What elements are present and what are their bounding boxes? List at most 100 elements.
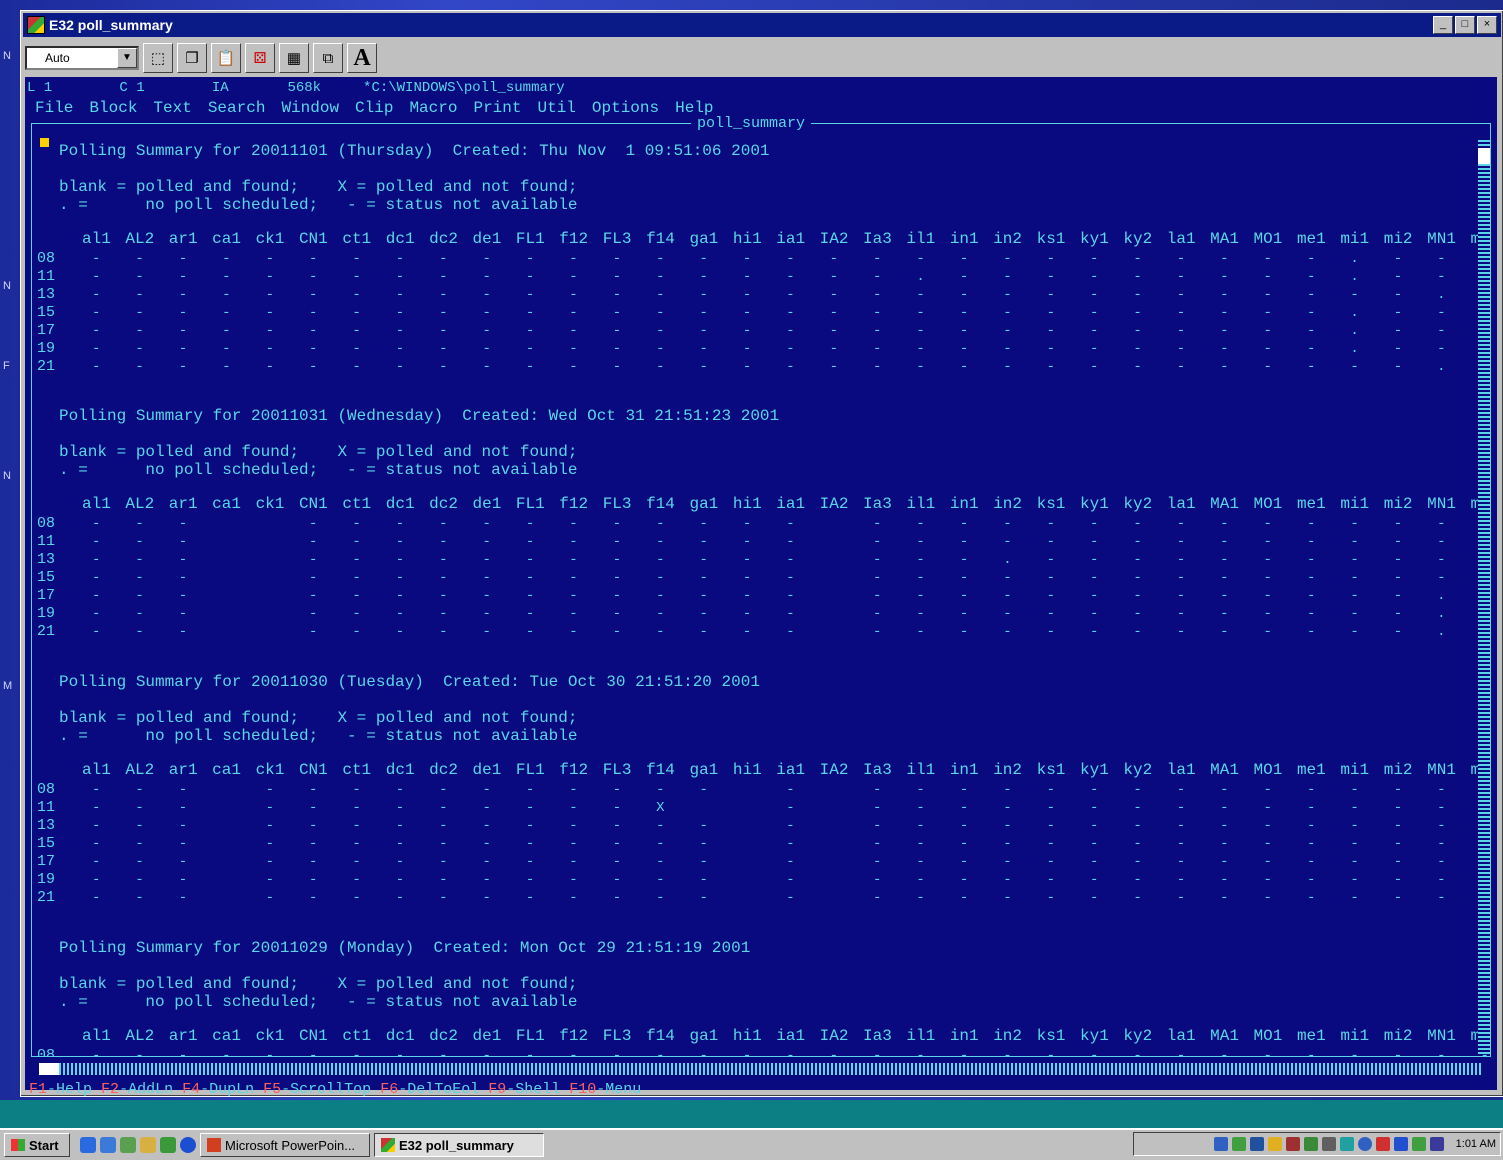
- status-cell: -: [395, 305, 405, 321]
- status-cell: -: [1176, 359, 1186, 375]
- status-cell: -: [1176, 516, 1186, 532]
- tray-icon[interactable]: [1411, 1137, 1426, 1151]
- fkey-f5[interactable]: F5: [263, 1081, 281, 1098]
- tray-icon[interactable]: [1429, 1137, 1444, 1151]
- fkey-f1[interactable]: F1: [29, 1081, 47, 1098]
- menu-item-window[interactable]: Window: [281, 99, 339, 117]
- tray-icon[interactable]: [1339, 1137, 1354, 1151]
- copy-icon[interactable]: ❐: [177, 43, 207, 73]
- menu-item-block[interactable]: Block: [89, 99, 137, 117]
- status-cell: -: [135, 624, 144, 640]
- status-cell: -: [1220, 359, 1229, 375]
- status-cell: -: [1003, 872, 1012, 888]
- menu-item-search[interactable]: Search: [208, 99, 266, 117]
- maximize-button[interactable]: □: [1455, 16, 1475, 34]
- column-header: FL1: [515, 495, 545, 513]
- fkey-f4[interactable]: F4: [182, 1081, 200, 1098]
- outlook-icon[interactable]: [100, 1137, 116, 1153]
- fkey-f9[interactable]: F9: [488, 1081, 506, 1098]
- folder-icon[interactable]: [140, 1137, 156, 1153]
- fkey-f10[interactable]: F10: [569, 1081, 596, 1098]
- status-cell: -: [1306, 305, 1316, 321]
- status-cell: -: [612, 287, 622, 303]
- menu-item-util[interactable]: Util: [537, 99, 575, 117]
- status-cell: -: [742, 305, 752, 321]
- paste-icon[interactable]: 📋: [211, 43, 241, 73]
- status-cell: -: [1003, 570, 1012, 586]
- editor-area[interactable]: L 1 C 1 IA 568k *C:\WINDOWS\poll_summary…: [25, 77, 1497, 1098]
- tray-icon[interactable]: [1285, 1137, 1300, 1151]
- menu-item-macro[interactable]: Macro: [409, 99, 457, 117]
- status-cell: -: [1003, 1048, 1012, 1057]
- taskbar-item-e32[interactable]: E32 poll_summary: [374, 1133, 544, 1157]
- column-header: dc1: [385, 1027, 415, 1045]
- column-header: ia1: [776, 230, 806, 248]
- status-cell: -: [178, 323, 188, 339]
- minimize-button[interactable]: _: [1433, 16, 1453, 34]
- ie-icon[interactable]: [80, 1137, 96, 1153]
- status-cell: -: [959, 588, 969, 604]
- status-cell: -: [135, 534, 144, 550]
- status-cell: -: [525, 251, 535, 267]
- menu-item-print[interactable]: Print: [473, 99, 521, 117]
- tray-icon[interactable]: [1375, 1137, 1390, 1151]
- app-icon[interactable]: [27, 16, 45, 34]
- status-cell: -: [1306, 359, 1316, 375]
- menu-item-text[interactable]: Text: [153, 99, 191, 117]
- status-cell: -: [178, 818, 188, 834]
- menu-item-options[interactable]: Options: [592, 99, 659, 117]
- desktop-icon[interactable]: [120, 1137, 136, 1153]
- chevron-down-icon[interactable]: ▼: [117, 48, 137, 68]
- column-header: IA2: [819, 230, 849, 248]
- horizontal-scrollbar[interactable]: [39, 1063, 1483, 1075]
- tray-icon[interactable]: [1303, 1137, 1318, 1151]
- section-header: Polling Summary for 20011030 (Tuesday) C…: [59, 673, 760, 691]
- calc-icon[interactable]: ▦: [279, 43, 309, 73]
- font-icon[interactable]: A: [347, 43, 377, 73]
- start-button[interactable]: Start: [4, 1133, 70, 1157]
- status-cell: -: [569, 305, 578, 321]
- status-cell: -: [1263, 341, 1272, 357]
- tray-icon[interactable]: [1357, 1137, 1372, 1151]
- window-icon[interactable]: ⧉: [313, 43, 343, 73]
- column-header: f12: [559, 230, 589, 248]
- status-cell: -: [1176, 269, 1186, 285]
- status-cell: -: [1437, 782, 1446, 798]
- fkey-f2[interactable]: F2: [101, 1081, 119, 1098]
- font-combo[interactable]: Auto ▼: [25, 46, 139, 70]
- menu-item-clip[interactable]: Clip: [355, 99, 393, 117]
- tray-icon[interactable]: [1393, 1137, 1408, 1151]
- fkey-f6[interactable]: F6: [380, 1081, 398, 1098]
- vertical-scroll-thumb[interactable]: [1478, 148, 1490, 164]
- status-cell: -: [959, 570, 969, 586]
- horizontal-scroll-thumb[interactable]: [39, 1063, 59, 1075]
- status-cell: -: [1393, 359, 1403, 375]
- row-label: 17: [37, 587, 56, 604]
- vertical-scrollbar[interactable]: [1478, 138, 1490, 1054]
- channel-icon[interactable]: [180, 1137, 196, 1153]
- fkey-label: -Shell: [506, 1081, 561, 1098]
- column-header: FL3: [602, 1027, 632, 1045]
- column-header: ck1: [255, 761, 285, 779]
- column-header: ca1: [212, 495, 241, 513]
- tray-icon[interactable]: [1213, 1137, 1228, 1151]
- tray-icon[interactable]: [1231, 1137, 1246, 1151]
- dice-icon[interactable]: ⚄: [245, 43, 275, 73]
- close-button[interactable]: ×: [1477, 16, 1497, 34]
- app-icon-2[interactable]: [160, 1137, 176, 1153]
- tray-icon[interactable]: [1321, 1137, 1336, 1151]
- taskbar-item-powerpoint[interactable]: Microsoft PowerPoin...: [200, 1133, 370, 1157]
- status-cell: -: [1393, 534, 1403, 550]
- document-frame[interactable]: Polling Summary for 20011101 (Thursday) …: [31, 123, 1491, 1057]
- table-row: ------------------------------: [82, 515, 1490, 533]
- status-cell: -: [222, 341, 231, 357]
- menu-item-file[interactable]: File: [35, 99, 73, 117]
- table-row: ------------------------------: [82, 835, 1490, 853]
- select-icon[interactable]: ⬚: [143, 43, 173, 73]
- tray-icon[interactable]: [1267, 1137, 1282, 1151]
- status-cell: -: [1437, 890, 1446, 906]
- row-label: 11: [37, 533, 56, 550]
- status-cell: -: [873, 305, 882, 321]
- tray-icon[interactable]: [1249, 1137, 1264, 1151]
- title-bar[interactable]: E32 poll_summary _ □ ×: [23, 13, 1501, 37]
